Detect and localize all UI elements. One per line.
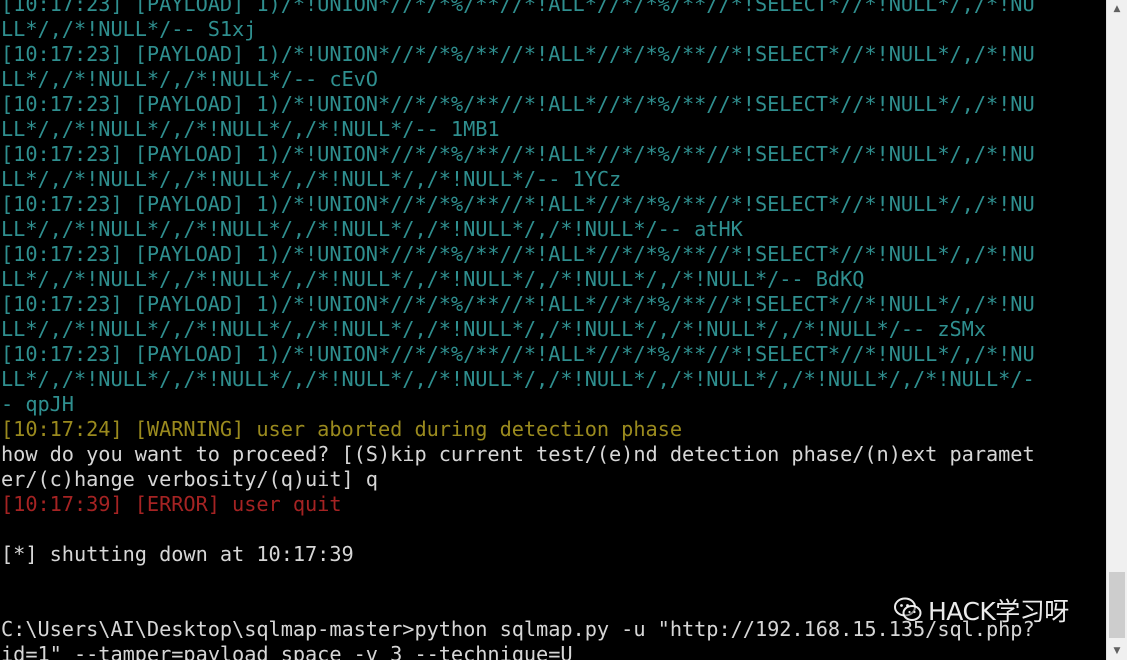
- scrollbar-thumb[interactable]: [1109, 572, 1125, 638]
- terminal-line: [10:17:23] [PAYLOAD] 1)/*!UNION*//*/*%/*…: [1, 292, 1035, 316]
- scroll-down-arrow-icon[interactable]: ▼: [1107, 642, 1127, 660]
- terminal-line: LL*/,/*!NULL*/,/*!NULL*/,/*!NULL*/,/*!NU…: [1, 367, 1035, 391]
- terminal-line: [10:17:23] [PAYLOAD] 1)/*!UNION*//*/*%/*…: [1, 242, 1035, 266]
- terminal-line: [10:17:39] [ERROR] user quit: [1, 492, 342, 516]
- terminal-line: how do you want to proceed? [(S)kip curr…: [1, 442, 1035, 466]
- terminal-window[interactable]: [10:17:23] [PAYLOAD] 1)/*!UNION*//*/*%/*…: [0, 0, 1106, 660]
- vertical-scrollbar[interactable]: ▲ ▼: [1106, 0, 1127, 660]
- terminal-line: LL*/,/*!NULL*/,/*!NULL*/,/*!NULL*/,/*!NU…: [1, 317, 986, 341]
- terminal-line: C:\Users\AI\Desktop\sqlmap-master>python…: [1, 617, 1035, 641]
- terminal-line: er/(c)hange verbosity/(q)uit] q: [1, 467, 378, 491]
- terminal-line: - qpJH: [1, 392, 74, 416]
- terminal-line: LL*/,/*!NULL*/-- S1xj: [1, 17, 257, 41]
- terminal-line: [10:17:23] [PAYLOAD] 1)/*!UNION*//*/*%/*…: [1, 142, 1035, 166]
- scroll-up-arrow-icon[interactable]: ▲: [1107, 0, 1127, 18]
- terminal-line: [10:17:23] [PAYLOAD] 1)/*!UNION*//*/*%/*…: [1, 42, 1035, 66]
- terminal-line: [10:17:23] [PAYLOAD] 1)/*!UNION*//*/*%/*…: [1, 0, 1035, 16]
- terminal-output: [10:17:23] [PAYLOAD] 1)/*!UNION*//*/*%/*…: [1, 0, 1106, 660]
- terminal-line: [*] shutting down at 10:17:39: [1, 542, 354, 566]
- terminal-line: LL*/,/*!NULL*/,/*!NULL*/,/*!NULL*/,/*!NU…: [1, 267, 865, 291]
- terminal-line: LL*/,/*!NULL*/,/*!NULL*/,/*!NULL*/-- 1MB…: [1, 117, 500, 141]
- terminal-line: [10:17:24] [WARNING] user aborted during…: [1, 417, 682, 441]
- terminal-line: [10:17:23] [PAYLOAD] 1)/*!UNION*//*/*%/*…: [1, 342, 1035, 366]
- terminal-line: LL*/,/*!NULL*/,/*!NULL*/,/*!NULL*/,/*!NU…: [1, 167, 622, 191]
- terminal-line: [10:17:23] [PAYLOAD] 1)/*!UNION*//*/*%/*…: [1, 192, 1035, 216]
- terminal-line: LL*/,/*!NULL*/,/*!NULL*/,/*!NULL*/,/*!NU…: [1, 217, 743, 241]
- terminal-line: id=1" --tamper=payload_space -v 3 --tech…: [1, 642, 573, 660]
- terminal-line: LL*/,/*!NULL*/,/*!NULL*/-- cEvO: [1, 67, 378, 91]
- terminal-line: [10:17:23] [PAYLOAD] 1)/*!UNION*//*/*%/*…: [1, 92, 1035, 116]
